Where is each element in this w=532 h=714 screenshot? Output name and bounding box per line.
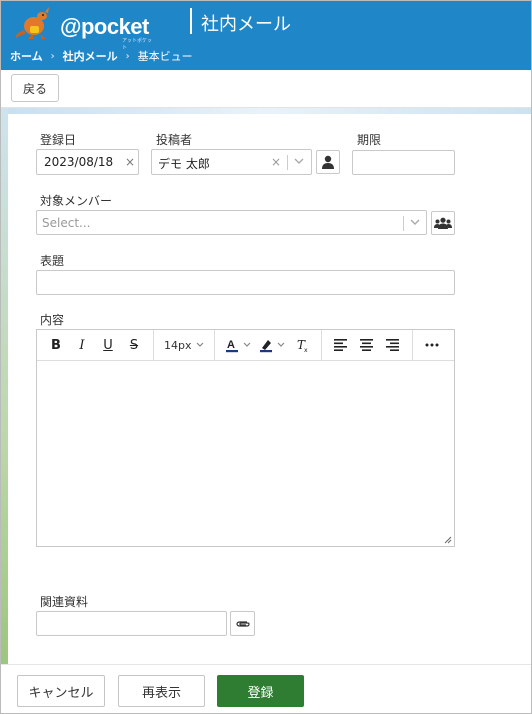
svg-text:A: A xyxy=(227,339,235,351)
align-group xyxy=(322,330,413,360)
poster-label: 投稿者 xyxy=(156,133,193,147)
align-right-icon xyxy=(385,339,399,351)
title-divider xyxy=(190,8,192,34)
deadline-field[interactable] xyxy=(352,150,455,175)
app-header: @pocket アットポケット 社内メール ホーム › 社内メール › 基本ビュ… xyxy=(0,0,532,70)
font-size-value: 14px xyxy=(164,338,192,352)
font-size-group: 14px xyxy=(154,330,215,360)
select-divider xyxy=(287,155,288,170)
chevron-down-icon[interactable] xyxy=(294,153,304,172)
clear-icon[interactable]: × xyxy=(125,155,135,169)
group-picker-button[interactable] xyxy=(431,211,455,235)
more-icon xyxy=(425,343,438,347)
breadcrumb: ホーム › 社内メール › 基本ビュー xyxy=(10,48,193,64)
select-divider xyxy=(403,216,404,231)
breadcrumb-mail[interactable]: 社内メール xyxy=(63,48,118,64)
chevron-right-icon: › xyxy=(125,50,130,62)
subject-input[interactable] xyxy=(36,270,455,295)
breadcrumb-view: 基本ビュー xyxy=(137,50,193,63)
subject-label: 表題 xyxy=(40,254,65,268)
more-group xyxy=(413,330,451,360)
submit-button[interactable]: 登録 xyxy=(217,675,304,707)
highlight-color-button[interactable] xyxy=(255,333,289,357)
deadline-label: 期限 xyxy=(357,133,382,147)
italic-button[interactable]: I xyxy=(69,333,95,357)
paperclip-icon xyxy=(235,620,250,627)
kangaroo-icon xyxy=(15,7,49,39)
chevron-right-icon: › xyxy=(50,50,55,62)
attachments-label: 関連資料 xyxy=(40,595,89,609)
breadcrumb-home[interactable]: ホーム xyxy=(10,48,43,64)
form-footer: キャンセル 再表示 登録 xyxy=(0,664,532,714)
chevron-down-icon xyxy=(196,342,203,347)
back-button[interactable]: 戻る xyxy=(11,74,59,102)
poster-select[interactable]: デモ 太郎 × xyxy=(151,149,312,175)
poster-value: デモ 太郎 xyxy=(158,157,210,171)
attach-button[interactable] xyxy=(230,611,255,636)
registration-date-label: 登録日 xyxy=(40,133,77,147)
action-toolbar: 戻る xyxy=(0,70,532,108)
registration-date-field[interactable]: 2023/08/18 × xyxy=(36,149,139,175)
align-center-button[interactable] xyxy=(354,333,380,357)
editor-content-area[interactable] xyxy=(37,361,454,547)
attachments-field[interactable] xyxy=(36,611,227,636)
users-icon xyxy=(434,217,452,229)
content-label: 内容 xyxy=(40,313,65,327)
page-title: 社内メール xyxy=(201,14,291,35)
background-image xyxy=(0,108,8,668)
more-button[interactable] xyxy=(419,333,445,357)
highlighter-icon xyxy=(259,340,284,353)
font-size-select[interactable]: 14px xyxy=(160,339,208,352)
members-select[interactable]: Select... xyxy=(36,210,427,235)
text-color-button[interactable]: A xyxy=(221,333,255,357)
svg-text:x: x xyxy=(304,347,308,353)
align-left-icon xyxy=(333,339,347,351)
clear-format-icon: T x xyxy=(297,338,308,353)
clear-format-button[interactable]: T x xyxy=(289,333,315,357)
registration-date-value: 2023/08/18 xyxy=(44,155,114,169)
user-picker-button[interactable] xyxy=(316,150,340,174)
editor-toolbar: B I U S 14px A T x xyxy=(37,330,454,361)
clear-icon[interactable]: × xyxy=(271,155,281,169)
format-group: B I U S xyxy=(37,330,154,360)
align-left-button[interactable] xyxy=(328,333,354,357)
bold-button[interactable]: B xyxy=(43,333,69,357)
align-center-icon xyxy=(359,339,373,351)
chevron-down-icon[interactable] xyxy=(410,214,420,233)
align-right-button[interactable] xyxy=(380,333,406,357)
members-label: 対象メンバー xyxy=(40,194,113,208)
text-color-icon: A xyxy=(225,339,250,353)
color-group: A T x xyxy=(215,330,322,360)
cancel-button[interactable]: キャンセル xyxy=(17,675,105,707)
reload-button[interactable]: 再表示 xyxy=(118,675,205,707)
members-placeholder: Select... xyxy=(42,216,91,230)
rich-text-editor: B I U S 14px A T x xyxy=(36,329,455,547)
resize-handle-icon[interactable] xyxy=(444,536,452,544)
user-icon xyxy=(322,155,334,169)
app-logo[interactable]: @pocket アットポケット xyxy=(12,4,152,51)
underline-button[interactable]: U xyxy=(95,333,121,357)
strikethrough-button[interactable]: S xyxy=(121,333,147,357)
